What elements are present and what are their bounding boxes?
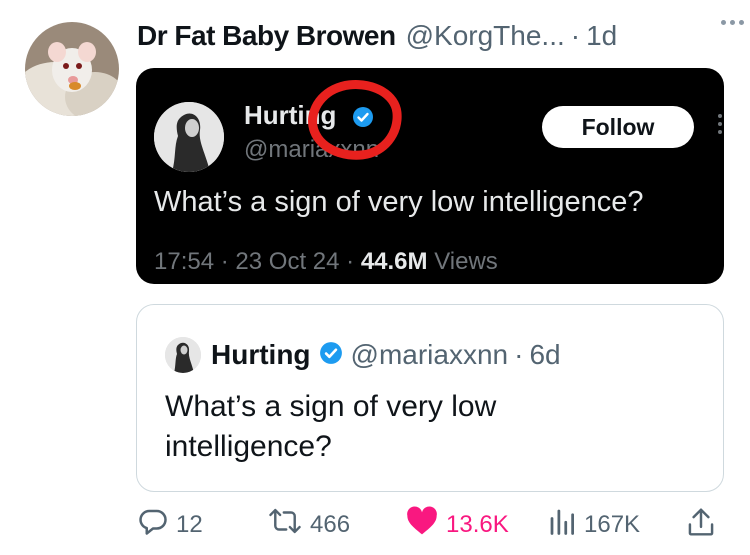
screenshot-avatar [154,102,224,172]
repost-button[interactable]: 466 [268,506,350,543]
screenshot-more-icon [718,114,722,134]
separator-dot: · [570,20,581,51]
views-button[interactable]: 167K [548,506,640,543]
author-handle[interactable]: @KorgThe... [406,20,565,52]
quoted-tweet-text: What’s a sign of very low intelligence? [165,390,497,463]
separator-dot: · [346,248,355,275]
share-icon [686,506,716,545]
screenshot-tweet-text: What’s a sign of very low intelligence? [154,186,644,218]
author-name[interactable]: Dr Fat Baby Browen [137,20,396,52]
attached-screenshot[interactable]: Hurting @mariaxxnn Follow What’s a sign … [136,68,724,284]
screenshot-views-label: Views [434,248,498,275]
quoted-author-handle: @mariaxxnn [350,339,509,370]
separator-dot: · [514,339,524,370]
screenshot-date: 23 Oct 24 [235,248,340,275]
reply-icon [138,506,168,543]
verified-badge-icon [319,341,343,370]
analytics-icon [548,506,576,543]
quoted-author-name: Hurting [211,339,311,370]
quoted-tweet[interactable]: Hurting @mariaxxnn · 6d What’s a sign of… [136,304,724,492]
screenshot-meta: 17:54 · 23 Oct 24 · 44.6M Views [154,248,498,276]
tweet-actions: 12 466 13.6K 167K [134,506,724,546]
reply-count: 12 [176,510,203,538]
share-button[interactable] [686,506,716,545]
follow-button: Follow [542,106,694,148]
reply-button[interactable]: 12 [138,506,203,543]
views-count: 167K [584,510,641,538]
separator-dot: · [220,248,229,275]
author-avatar[interactable] [25,22,119,116]
quoted-tweet-time: 6d [529,339,561,370]
quoted-author-avatar [165,337,201,373]
like-button[interactable]: 13.6K [406,506,509,543]
like-count: 13.6K [446,510,509,538]
repost-count: 466 [310,510,351,538]
screenshot-views-count: 44.6M [360,248,428,275]
repost-icon [268,506,302,543]
more-options-icon[interactable] [721,20,744,25]
heart-icon [406,506,438,543]
quoted-tweet-header: Hurting @mariaxxnn · 6d [165,337,561,373]
tweet-time[interactable]: 1d [586,20,617,52]
screenshot-time: 17:54 [154,248,215,275]
tweet-header: Dr Fat Baby Browen @KorgThe... · 1d [137,18,730,54]
